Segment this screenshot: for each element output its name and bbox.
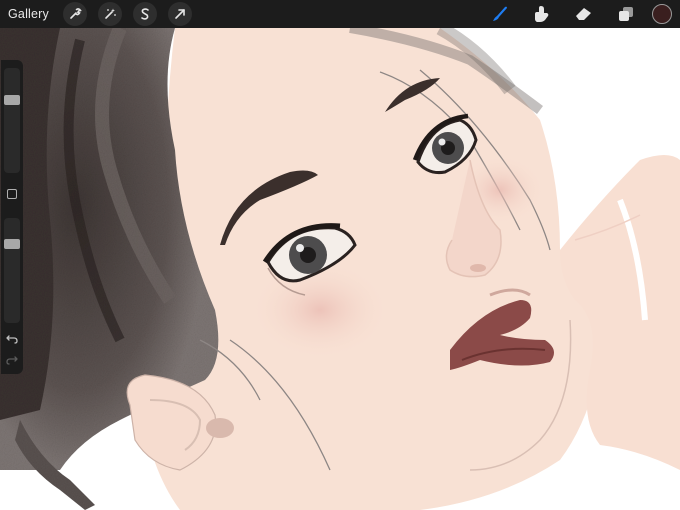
selection-button[interactable] — [133, 2, 157, 26]
magic-wand-icon — [105, 8, 116, 19]
smudge-icon — [535, 6, 549, 22]
right-tools — [470, 0, 672, 28]
drawing-canvas[interactable] — [0, 0, 680, 510]
redo-icon[interactable] — [5, 352, 19, 366]
brush-size-thumb[interactable] — [4, 95, 20, 105]
undo-icon[interactable] — [5, 331, 19, 345]
adjustments-button[interactable] — [98, 2, 122, 26]
layers-button[interactable] — [614, 2, 638, 26]
transform-arrow-icon — [175, 9, 185, 19]
brush-tool[interactable] — [488, 2, 512, 26]
brush-icon — [493, 6, 507, 21]
brush-size-slider[interactable] — [4, 68, 20, 173]
transform-button[interactable] — [168, 2, 192, 26]
layers-icon — [619, 7, 633, 21]
opacity-thumb[interactable] — [4, 239, 20, 249]
eraser-tool[interactable] — [572, 2, 596, 26]
gallery-button[interactable]: Gallery — [8, 7, 49, 21]
selection-s-icon — [141, 8, 149, 20]
actions-button[interactable] — [63, 2, 87, 26]
modify-button[interactable] — [7, 189, 17, 199]
artwork — [0, 21, 680, 510]
eraser-icon — [576, 8, 591, 20]
wrench-icon — [70, 8, 82, 19]
opacity-slider[interactable] — [4, 218, 20, 323]
smudge-tool[interactable] — [530, 2, 554, 26]
top-toolbar: Gallery — [0, 0, 680, 28]
color-swatch[interactable] — [652, 4, 672, 24]
left-sidebar — [1, 60, 23, 374]
